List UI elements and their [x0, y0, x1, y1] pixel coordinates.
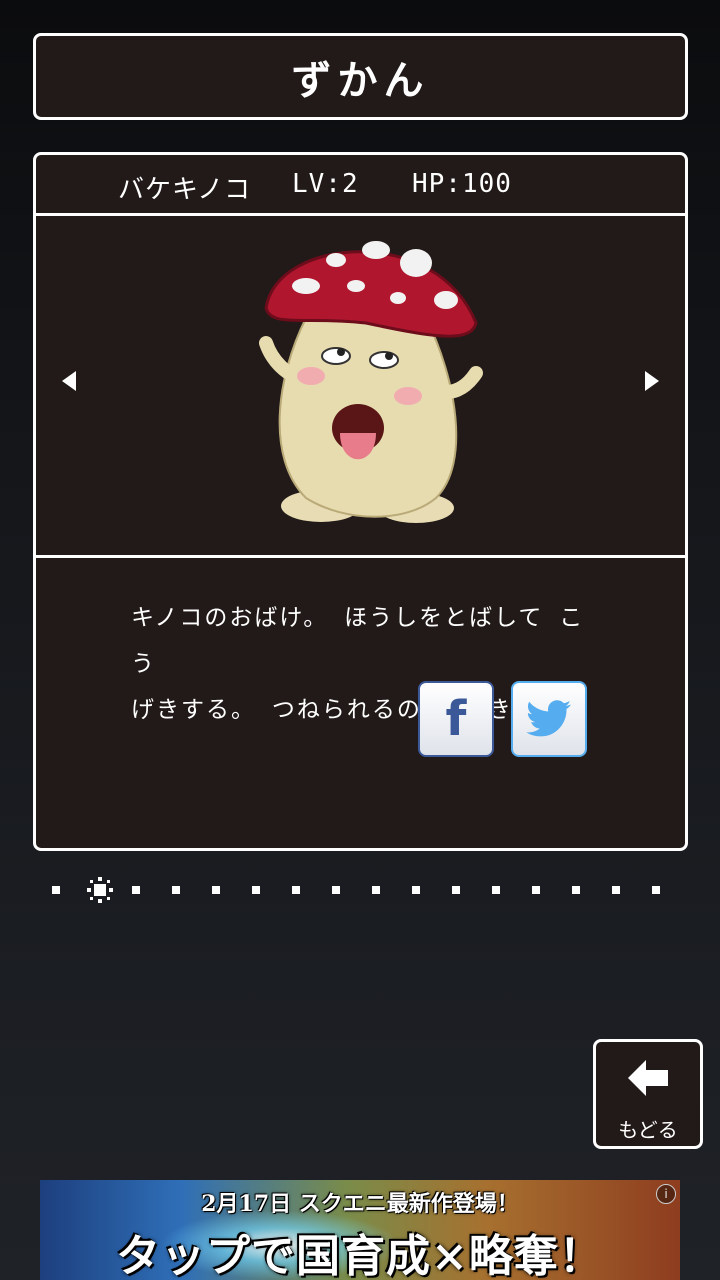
- back-label: もどる: [618, 1118, 678, 1142]
- twitter-bird-icon: [526, 700, 571, 737]
- page-title: ずかん: [291, 57, 430, 104]
- page-indicator: [0, 868, 720, 912]
- twitter-share-button[interactable]: [511, 681, 587, 757]
- page-dot[interactable]: [132, 886, 140, 894]
- page-dot[interactable]: [532, 886, 540, 894]
- monster-card: バケキノコ LV:2 HP:100 キノコのおばけ。 ほうしをとばして こう げ…: [33, 152, 688, 851]
- page-dot[interactable]: [492, 886, 500, 894]
- page-dot[interactable]: [292, 886, 300, 894]
- page-dot[interactable]: [172, 886, 180, 894]
- page-dot[interactable]: [372, 886, 380, 894]
- ad-banner[interactable]: 2月17日 スクエニ最新作登場！ タップで国育成×略奪！ i: [40, 1180, 680, 1280]
- ad-tagline: タップで国育成×略奪！: [116, 1231, 604, 1280]
- back-button[interactable]: もどる: [593, 1039, 703, 1149]
- page-dot[interactable]: [332, 886, 340, 894]
- facebook-icon: f: [445, 691, 467, 747]
- page-dot[interactable]: [572, 886, 580, 894]
- facebook-share-button[interactable]: f: [418, 681, 494, 757]
- page-dot-active[interactable]: [85, 875, 115, 905]
- next-arrow-icon[interactable]: [637, 366, 667, 396]
- title-panel: ずかん: [33, 33, 688, 120]
- description-line-1: キノコのおばけ。 ほうしをとばして こう: [131, 605, 585, 677]
- page-dot[interactable]: [612, 886, 620, 894]
- monster-hp: HP:100: [412, 169, 512, 199]
- page-dot[interactable]: [412, 886, 420, 894]
- back-arrow-icon: [628, 1060, 668, 1096]
- monster-art-area: [36, 216, 685, 558]
- ad-info-icon[interactable]: i: [656, 1184, 676, 1204]
- monster-level: LV:2: [292, 169, 359, 199]
- page-dot[interactable]: [452, 886, 460, 894]
- monster-name: バケキノコ: [118, 175, 252, 205]
- ad-headline: 2月17日 スクエニ最新作登場！: [201, 1191, 519, 1217]
- page-dot[interactable]: [212, 886, 220, 894]
- monster-stats-bar: バケキノコ LV:2 HP:100: [36, 155, 685, 216]
- prev-arrow-icon[interactable]: [54, 366, 84, 396]
- page-dot[interactable]: [52, 886, 60, 894]
- mushroom-monster-image: [259, 241, 483, 523]
- page-dot[interactable]: [652, 886, 660, 894]
- page-dot[interactable]: [252, 886, 260, 894]
